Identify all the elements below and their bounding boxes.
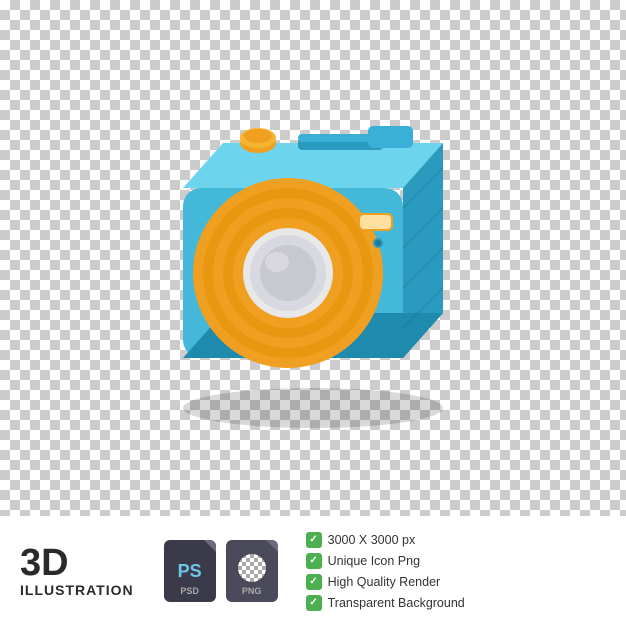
info-panel: 3D ILLUSTRATION PS PSD PNG 3000 X 3000 p… xyxy=(0,516,626,626)
feature-item-unique: Unique Icon Png xyxy=(306,553,465,569)
png-preview xyxy=(238,554,266,582)
file-icons: PS PSD PNG xyxy=(164,540,278,602)
features-list: 3000 X 3000 px Unique Icon Png High Qual… xyxy=(306,532,465,611)
check-icon-unique xyxy=(306,553,322,569)
camera-illustration-area xyxy=(0,0,626,516)
check-icon-resolution xyxy=(306,532,322,548)
png-file-sublabel: PNG xyxy=(242,586,262,596)
title-3d: 3D xyxy=(20,544,69,582)
feature-label-transparent: Transparent Background xyxy=(328,596,465,610)
check-icon-transparent xyxy=(306,595,322,611)
feature-item-transparent: Transparent Background xyxy=(306,595,465,611)
check-icon-quality xyxy=(306,574,322,590)
ps-file-icon: PS PSD xyxy=(164,540,216,602)
feature-item-resolution: 3000 X 3000 px xyxy=(306,532,465,548)
title-illustration: ILLUSTRATION xyxy=(20,582,134,598)
feature-label-quality: High Quality Render xyxy=(328,575,441,589)
feature-label-unique: Unique Icon Png xyxy=(328,554,420,568)
feature-label-resolution: 3000 X 3000 px xyxy=(328,533,416,547)
png-file-icon: PNG xyxy=(226,540,278,602)
title-block: 3D ILLUSTRATION xyxy=(20,544,134,598)
ps-file-sublabel: PSD xyxy=(180,586,199,596)
ps-icon-text: PS xyxy=(178,561,202,582)
feature-item-quality: High Quality Render xyxy=(306,574,465,590)
camera-3d-svg xyxy=(103,68,523,448)
